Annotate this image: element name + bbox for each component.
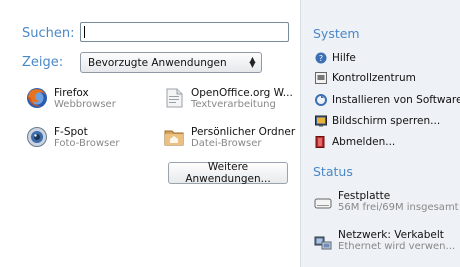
status-item-network[interactable]: Netzwerk: Verkabelt Ethernet wird verwen… bbox=[314, 229, 455, 253]
app-openoffice-writer[interactable]: OpenOffice.org W... Textverarbeitung bbox=[163, 87, 293, 111]
app-name: Firefox bbox=[54, 87, 89, 99]
status-description: Ethernet wird verwen... bbox=[338, 241, 456, 252]
filter-label: Zeige: bbox=[22, 55, 64, 70]
more-applications-button[interactable]: Weitere Anwendungen... bbox=[168, 161, 288, 185]
home-folder-icon bbox=[164, 130, 184, 146]
status-item-harddisk[interactable]: Festplatte 56M frei/69M insgesamt bbox=[314, 190, 459, 214]
system-item-logout[interactable]: Abmelden... bbox=[315, 136, 395, 148]
f-spot-icon bbox=[27, 127, 47, 147]
openoffice-writer-icon bbox=[166, 88, 183, 108]
app-home-folder[interactable]: Persönlicher Ordner Datei-Browser bbox=[163, 126, 295, 150]
app-firefox[interactable]: Firefox Webbrowser bbox=[26, 87, 116, 111]
status-name: Festplatte bbox=[338, 190, 391, 202]
system-item-lock-screen[interactable]: Bildschirm sperren... bbox=[315, 115, 440, 127]
system-item-label: Kontrollzentrum bbox=[332, 72, 416, 84]
app-description: Datei-Browser bbox=[191, 138, 262, 149]
search-label: Suchen: bbox=[22, 26, 75, 41]
app-description: Textverarbeitung bbox=[191, 99, 276, 110]
status-section-title: Status bbox=[313, 164, 353, 179]
control-center-icon bbox=[315, 72, 327, 84]
text-cursor bbox=[84, 26, 85, 38]
select-arrows-icon: ▲ ▼ bbox=[249, 55, 256, 69]
app-description: Webbrowser bbox=[54, 99, 116, 110]
main-menu: Suchen: Zeige: Bevorzugte Anwendungen ▲ ▼… bbox=[0, 0, 460, 267]
system-section-title: System bbox=[313, 26, 360, 41]
logout-icon bbox=[315, 136, 325, 148]
system-pane: System ? Hilfe Kontrollzentrum Installie… bbox=[300, 0, 460, 267]
app-name: F-Spot bbox=[54, 126, 88, 138]
harddisk-icon bbox=[314, 198, 332, 209]
lock-screen-icon bbox=[315, 115, 327, 127]
network-wired-icon bbox=[314, 236, 332, 250]
system-item-control-center[interactable]: Kontrollzentrum bbox=[315, 72, 416, 84]
system-item-label: Installieren von Software bbox=[332, 94, 460, 106]
system-item-label: Abmelden... bbox=[332, 136, 396, 148]
app-f-spot[interactable]: F-Spot Foto-Browser bbox=[26, 126, 120, 150]
app-name: OpenOffice.org W... bbox=[191, 87, 293, 99]
status-name: Netzwerk: Verkabelt bbox=[338, 229, 444, 241]
system-item-label: Bildschirm sperren... bbox=[332, 115, 441, 127]
install-software-icon bbox=[315, 94, 327, 106]
system-item-help[interactable]: ? Hilfe bbox=[315, 52, 356, 64]
system-item-label: Hilfe bbox=[332, 52, 356, 64]
app-name: Persönlicher Ordner bbox=[191, 126, 296, 138]
system-item-install-software[interactable]: Installieren von Software bbox=[315, 94, 460, 106]
search-input[interactable] bbox=[80, 22, 289, 42]
firefox-icon bbox=[27, 88, 47, 108]
filter-select[interactable]: Bevorzugte Anwendungen ▲ ▼ bbox=[80, 52, 262, 73]
help-icon: ? bbox=[315, 52, 327, 64]
app-description: Foto-Browser bbox=[54, 138, 120, 149]
filter-selected-value: Bevorzugte Anwendungen bbox=[88, 56, 227, 69]
svg-text:?: ? bbox=[319, 54, 323, 63]
status-description: 56M frei/69M insgesamt bbox=[338, 202, 459, 213]
applications-pane: Suchen: Zeige: Bevorzugte Anwendungen ▲ ▼… bbox=[0, 0, 300, 267]
